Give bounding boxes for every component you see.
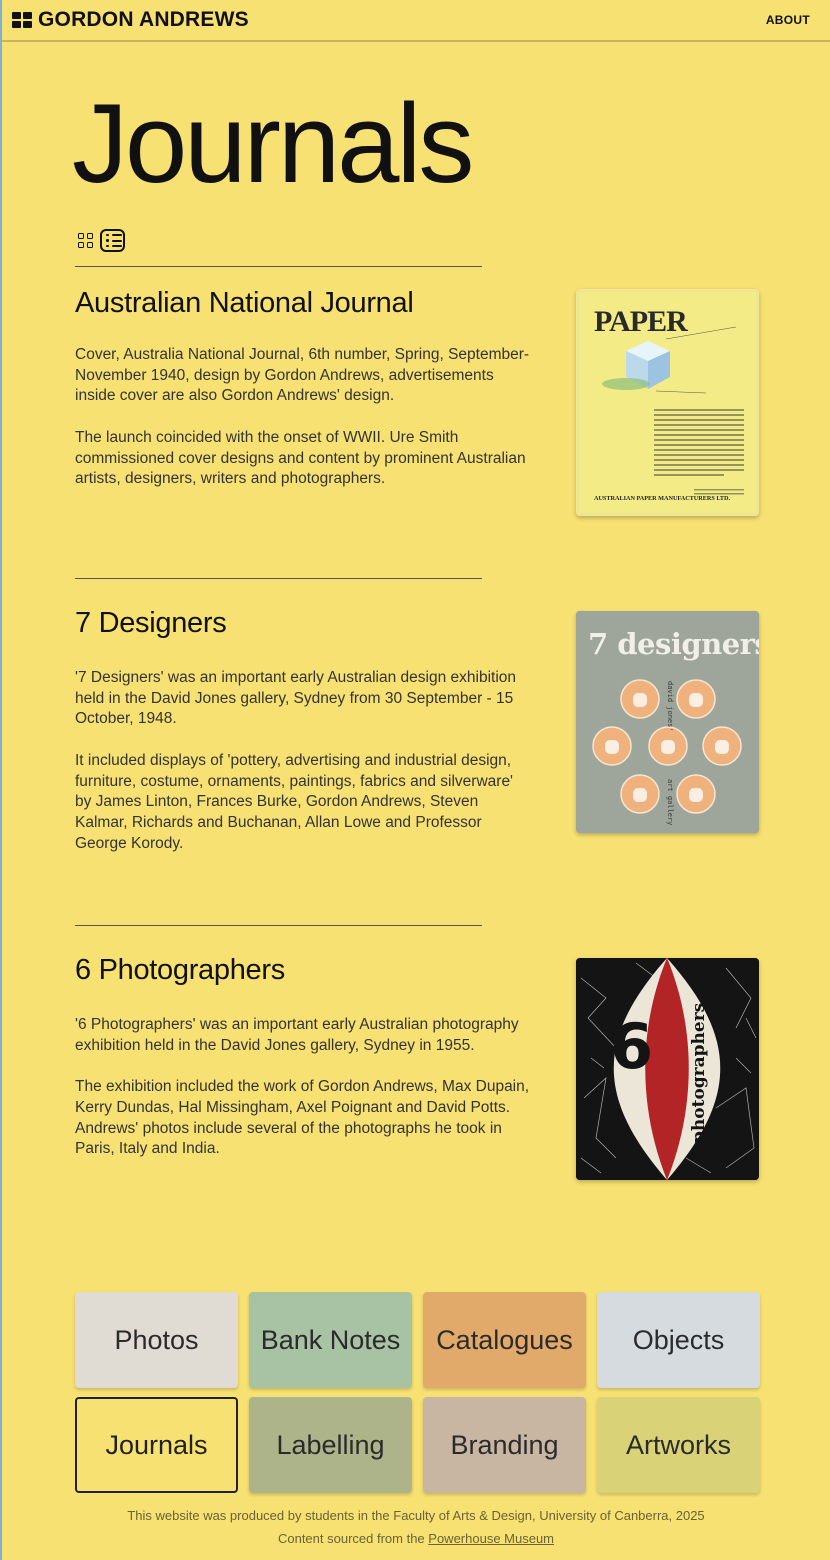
grid-view-icon[interactable] (78, 233, 93, 248)
list-view-icon[interactable] (100, 229, 125, 252)
about-link[interactable]: ABOUT (766, 13, 810, 27)
entry-divider (75, 266, 482, 267)
cover-word: photographers (689, 1003, 709, 1143)
category-tile-catalogues[interactable]: Catalogues (423, 1292, 586, 1388)
journal-cover-image[interactable]: 6 photographers (576, 958, 759, 1180)
cover-side-text: art gallery (666, 779, 674, 825)
top-bar: GORDON ANDREWS ABOUT (2, 0, 830, 42)
cover-title: PAPER (594, 305, 688, 338)
entry-description: '7 Designers' was an important early Aus… (75, 668, 530, 875)
entry-divider (75, 578, 482, 579)
footer-source: Content sourced from the Powerhouse Muse… (2, 1531, 830, 1546)
category-tile-photos[interactable]: Photos (75, 1292, 238, 1388)
grid-logo-icon (12, 12, 32, 28)
category-tile-journals[interactable]: Journals (75, 1397, 238, 1493)
entry-title[interactable]: 7 Designers (75, 607, 227, 640)
entry-title[interactable]: Australian National Journal (75, 287, 414, 320)
entry-title[interactable]: 6 Photographers (75, 954, 285, 987)
footer-source-prefix: Content sourced from the (277, 1531, 429, 1546)
journal-cover-image[interactable]: 7 designers david jones' art gallery (576, 611, 759, 833)
category-tile-objects[interactable]: Objects (597, 1292, 760, 1388)
six-photographers-cover-art: 6 photographers (576, 958, 759, 1180)
cover-caption: AUSTRALIAN PAPER MANUFACTURERS LTD. (594, 495, 730, 502)
category-tile-labelling[interactable]: Labelling (249, 1397, 412, 1493)
entry-paragraph: '7 Designers' was an important early Aus… (75, 669, 517, 728)
entry-paragraph: Cover, Australia National Journal, 6th n… (75, 346, 530, 405)
page-title: Journals (72, 81, 474, 206)
cover-number: 6 (610, 1010, 653, 1083)
view-toggle (78, 229, 125, 252)
brand-home-link[interactable]: GORDON ANDREWS (12, 8, 249, 32)
brand-name: GORDON ANDREWS (38, 8, 249, 31)
cover-side-text: david jones' (666, 681, 674, 732)
entry-paragraph: The exhibition included the work of Gord… (75, 1078, 530, 1158)
entry-description: '6 Photographers' was an important early… (75, 1015, 530, 1181)
entry-paragraph: '6 Photographers' was an important early… (75, 1016, 519, 1054)
powerhouse-museum-link[interactable]: Powerhouse Museum (428, 1531, 554, 1546)
category-tile-artworks[interactable]: Artworks (597, 1397, 760, 1493)
paper-cover-art: PAPER AUSTRALIAN PAPER MANUFACTURERS LTD… (576, 289, 759, 516)
entry-description: Cover, Australia National Journal, 6th n… (75, 345, 530, 511)
journal-cover-image[interactable]: PAPER AUSTRALIAN PAPER MANUFACTURERS LTD… (576, 289, 759, 516)
entry-paragraph: The launch coincided with the onset of W… (75, 428, 526, 488)
entry-divider (75, 925, 482, 926)
category-tile-branding[interactable]: Branding (423, 1397, 586, 1493)
seven-designers-cover-art: 7 designers david jones' art gallery (576, 611, 759, 833)
footer-credit: This website was produced by students in… (127, 1508, 705, 1523)
cover-title: 7 designers (588, 627, 759, 661)
entry-paragraph: It included displays of 'pottery, advert… (75, 751, 514, 852)
category-nav: Photos Bank Notes Catalogues Objects Jou… (75, 1292, 760, 1493)
category-tile-bank-notes[interactable]: Bank Notes (249, 1292, 412, 1388)
